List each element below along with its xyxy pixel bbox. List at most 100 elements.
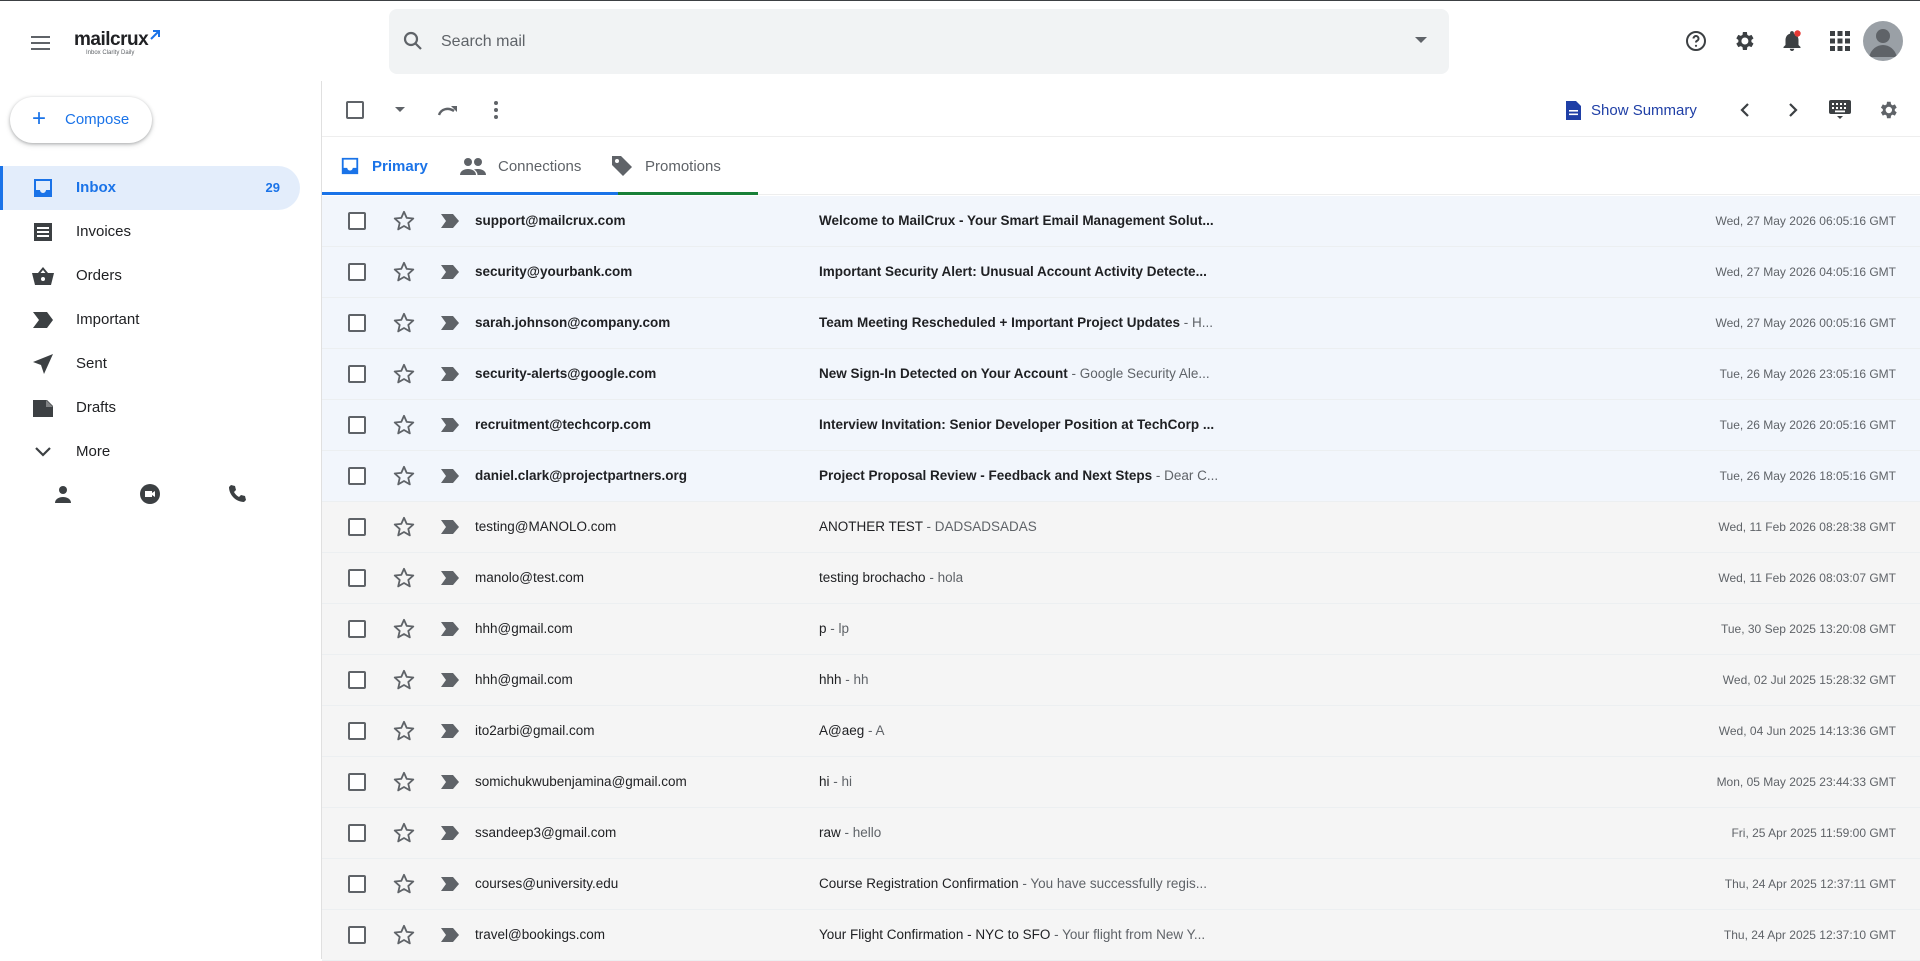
email-checkbox[interactable] [348, 314, 366, 332]
email-sender: sarah.johnson@company.com [475, 315, 671, 330]
star-icon[interactable] [392, 311, 416, 335]
important-marker-icon[interactable] [440, 213, 460, 229]
email-row[interactable]: courses@university.edu Course Registrati… [322, 859, 1920, 910]
tab-primary[interactable]: Primary [340, 137, 458, 195]
contacts-button[interactable] [49, 480, 77, 508]
important-marker-icon[interactable] [440, 264, 460, 280]
important-marker-icon[interactable] [440, 621, 460, 637]
notifications-button[interactable] [1776, 25, 1808, 57]
show-summary-button[interactable]: Show Summary [1566, 96, 1697, 124]
sidebar-item-orders[interactable]: Orders [0, 254, 300, 298]
star-icon[interactable] [392, 872, 416, 896]
important-marker-icon[interactable] [440, 468, 460, 484]
sidebar-item-sent[interactable]: Sent [0, 342, 300, 386]
email-date: Wed, 11 Feb 2026 08:28:38 GMT [1718, 520, 1896, 534]
mail-settings-button[interactable] [1875, 97, 1901, 123]
email-row[interactable]: hhh@gmail.com hhh - hh Wed, 02 Jul 2025 … [322, 655, 1920, 706]
email-row[interactable]: security@yourbank.com Important Security… [322, 247, 1920, 298]
email-subject: hhh [819, 672, 842, 687]
email-date: Wed, 04 Jun 2025 14:13:36 GMT [1718, 724, 1896, 738]
older-page-button[interactable] [1780, 97, 1806, 123]
main-menu-button[interactable] [22, 25, 58, 61]
star-icon[interactable] [392, 821, 416, 845]
important-marker-icon[interactable] [440, 366, 460, 382]
help-button[interactable] [1680, 25, 1712, 57]
email-row[interactable]: sarah.johnson@company.com Team Meeting R… [322, 298, 1920, 349]
email-subject: Project Proposal Review - Feedback and N… [819, 468, 1153, 483]
search-options-caret-icon[interactable] [1415, 37, 1427, 43]
important-marker-icon[interactable] [440, 570, 460, 586]
tab-connections[interactable]: Connections [460, 137, 620, 195]
sidebar-item-invoices[interactable]: Invoices [0, 210, 300, 254]
keyboard-shortcuts-button[interactable] [1827, 97, 1853, 123]
email-row[interactable]: ito2arbi@gmail.com A@aeg - A Wed, 04 Jun… [322, 706, 1920, 757]
star-icon[interactable] [392, 719, 416, 743]
email-checkbox[interactable] [348, 773, 366, 791]
email-checkbox[interactable] [348, 416, 366, 434]
important-marker-icon[interactable] [440, 519, 460, 535]
important-marker-icon[interactable] [440, 876, 460, 892]
account-avatar[interactable] [1863, 21, 1903, 61]
email-row[interactable]: recruitment@techcorp.com Interview Invit… [322, 400, 1920, 451]
email-date: Tue, 26 May 2026 23:05:16 GMT [1719, 367, 1896, 381]
refresh-button[interactable] [435, 97, 461, 123]
email-row[interactable]: daniel.clark@projectpartners.org Project… [322, 451, 1920, 502]
tab-promotions[interactable]: Promotions [611, 137, 761, 195]
important-marker-icon[interactable] [440, 774, 460, 790]
more-options-button[interactable] [483, 97, 509, 123]
star-icon[interactable] [392, 515, 416, 539]
email-checkbox[interactable] [348, 671, 366, 689]
compose-button[interactable]: + Compose [10, 97, 152, 143]
sidebar-item-drafts[interactable]: Drafts [0, 386, 300, 430]
email-row[interactable]: manolo@test.com testing brochacho - hola… [322, 553, 1920, 604]
email-row[interactable]: ssandeep3@gmail.com raw - hello Fri, 25 … [322, 808, 1920, 859]
email-checkbox[interactable] [348, 467, 366, 485]
select-options-caret-icon[interactable] [395, 107, 405, 112]
search-input[interactable] [441, 9, 1341, 74]
email-row[interactable]: support@mailcrux.com Welcome to MailCrux… [322, 196, 1920, 247]
email-checkbox[interactable] [348, 875, 366, 893]
meet-button[interactable] [136, 480, 164, 508]
apps-button[interactable] [1824, 25, 1856, 57]
sidebar-item-important[interactable]: Important [0, 298, 300, 342]
email-row[interactable]: security-alerts@google.com New Sign-In D… [322, 349, 1920, 400]
email-row[interactable]: somichukwubenjamina@gmail.com hi - hi Mo… [322, 757, 1920, 808]
star-icon[interactable] [392, 464, 416, 488]
sidebar-item-more[interactable]: More [0, 430, 300, 474]
email-checkbox[interactable] [348, 824, 366, 842]
important-marker-icon[interactable] [440, 315, 460, 331]
star-icon[interactable] [392, 413, 416, 437]
email-sender: ssandeep3@gmail.com [475, 825, 617, 840]
important-marker-icon[interactable] [440, 672, 460, 688]
email-checkbox[interactable] [348, 263, 366, 281]
star-icon[interactable] [392, 617, 416, 641]
sidebar-item-inbox[interactable]: Inbox 29 [0, 166, 300, 210]
email-checkbox[interactable] [348, 365, 366, 383]
important-marker-icon[interactable] [440, 723, 460, 739]
email-checkbox[interactable] [348, 620, 366, 638]
star-icon[interactable] [392, 209, 416, 233]
email-row[interactable]: hhh@gmail.com p - lp Tue, 30 Sep 2025 13… [322, 604, 1920, 655]
star-icon[interactable] [392, 260, 416, 284]
newer-page-button[interactable] [1732, 97, 1758, 123]
important-marker-icon[interactable] [440, 927, 460, 943]
star-icon[interactable] [392, 362, 416, 386]
important-marker-icon[interactable] [440, 825, 460, 841]
email-checkbox[interactable] [348, 212, 366, 230]
star-icon[interactable] [392, 923, 416, 947]
email-row[interactable]: travel@bookings.com Your Flight Confirma… [322, 910, 1920, 961]
settings-button[interactable] [1728, 25, 1760, 57]
email-row[interactable]: testing@MANOLO.com ANOTHER TEST - DADSAD… [322, 502, 1920, 553]
email-checkbox[interactable] [348, 518, 366, 536]
email-checkbox[interactable] [348, 926, 366, 944]
app-logo[interactable]: mailcrux Inbox Clarity Daily [74, 29, 174, 59]
important-marker-icon[interactable] [440, 417, 460, 433]
select-all-checkbox[interactable] [346, 101, 364, 119]
email-checkbox[interactable] [348, 569, 366, 587]
email-checkbox[interactable] [348, 722, 366, 740]
search-icon[interactable] [401, 29, 425, 53]
phone-button[interactable] [223, 480, 251, 508]
star-icon[interactable] [392, 770, 416, 794]
star-icon[interactable] [392, 668, 416, 692]
star-icon[interactable] [392, 566, 416, 590]
